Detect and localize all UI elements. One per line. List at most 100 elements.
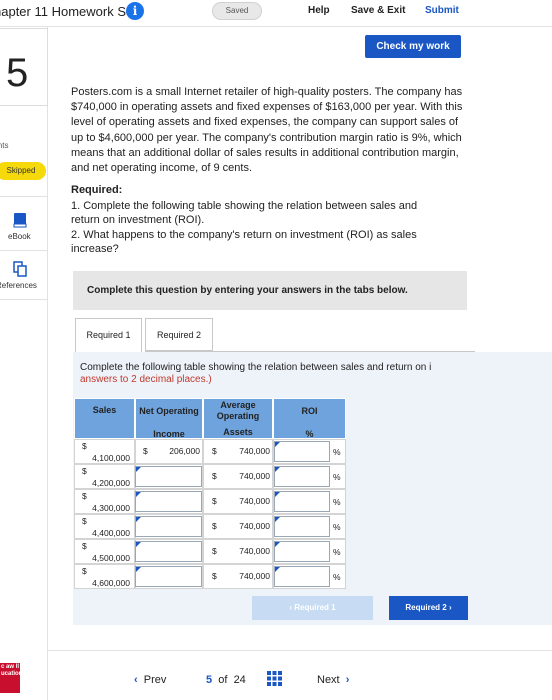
- ebook-label: eBook: [8, 232, 31, 241]
- noi-value: 206,000: [169, 446, 200, 456]
- footer-divider: [48, 650, 552, 651]
- next-tab-button[interactable]: Required 2 ›: [389, 596, 468, 620]
- sales-value: 4,300,000: [92, 503, 130, 513]
- noi-input[interactable]: [135, 516, 202, 537]
- noi-input[interactable]: [135, 566, 202, 587]
- percent-sign: %: [333, 447, 341, 457]
- current-page: 5: [206, 674, 213, 686]
- noi-input[interactable]: [135, 491, 202, 512]
- currency-sign: $: [212, 571, 217, 581]
- currency-sign: $: [212, 521, 217, 531]
- sales-column-header: Sales: [74, 398, 135, 439]
- required-item-2-cont: increase?: [71, 243, 119, 255]
- header-divider: [0, 26, 552, 27]
- assets-value: 740,000: [239, 496, 270, 506]
- info-icon[interactable]: i: [126, 2, 144, 20]
- currency-sign: $: [82, 541, 87, 551]
- currency-sign: $: [82, 466, 87, 476]
- table-instruction: Complete the following table showing the…: [80, 362, 432, 373]
- top-bar: hapter 11 Homework Set i Saved Help Save…: [0, 0, 552, 24]
- prev-tab-label: Required 1: [294, 603, 336, 612]
- prev-label: Prev: [143, 674, 167, 686]
- currency-sign: $: [82, 566, 87, 576]
- submit-button[interactable]: Submit: [425, 5, 459, 16]
- required-item-1: 1. Complete the following table showing …: [71, 200, 418, 212]
- tab-required-1[interactable]: Required 1: [75, 318, 142, 353]
- roi-input[interactable]: [274, 441, 330, 462]
- noi-input[interactable]: [135, 541, 202, 562]
- ebook-icon: [13, 213, 27, 228]
- help-button[interactable]: Help: [308, 5, 330, 16]
- references-icon: [13, 261, 27, 277]
- assets-value: 740,000: [239, 521, 270, 531]
- noi-input[interactable]: [135, 466, 202, 487]
- currency-sign: $: [212, 496, 217, 506]
- sales-value: 4,600,000: [92, 578, 130, 588]
- assets-value: 740,000: [239, 571, 270, 581]
- roi-input[interactable]: [274, 516, 330, 537]
- save-exit-button[interactable]: Save & Exit: [351, 5, 405, 16]
- sales-value: 4,500,000: [92, 553, 130, 563]
- problem-statement: Posters.com is a small Internet retailer…: [71, 86, 463, 175]
- currency-sign: $: [82, 441, 87, 451]
- sales-header-label: Sales: [92, 405, 117, 415]
- rail-divider: [0, 196, 48, 197]
- noi-header-line1: Net Operating: [139, 406, 199, 416]
- assignment-title: hapter 11 Homework Set: [0, 4, 137, 19]
- roi-header-line1: ROI: [301, 406, 318, 416]
- chevron-right-icon: ›: [345, 674, 350, 686]
- decimal-instruction: answers to 2 decimal places.): [80, 374, 212, 385]
- assets-value: 740,000: [239, 471, 270, 481]
- currency-sign: $: [212, 446, 217, 456]
- percent-sign: %: [333, 497, 341, 507]
- roi-input[interactable]: [274, 566, 330, 587]
- currency-sign: $: [143, 446, 148, 456]
- instructions-banner: Complete this question by entering your …: [73, 271, 467, 310]
- next-label: Next: [317, 674, 340, 686]
- page-indicator: 5 of 24: [206, 674, 246, 686]
- question-number: 5: [0, 28, 48, 106]
- publisher-logo: c aw ll ucation: [0, 663, 20, 693]
- percent-sign: %: [333, 522, 341, 532]
- currency-sign: $: [212, 546, 217, 556]
- sales-value: 4,200,000: [92, 478, 130, 488]
- left-rail: [0, 27, 48, 700]
- percent-sign: %: [333, 572, 341, 582]
- chevron-right-icon: ›: [446, 603, 452, 612]
- assets-header-line2: Operating: [216, 411, 260, 421]
- rail-divider: [0, 299, 48, 300]
- roi-input[interactable]: [274, 466, 330, 487]
- prev-tab-button[interactable]: ‹ Required 1: [252, 596, 373, 620]
- sales-value: 4,100,000: [92, 453, 130, 463]
- tab-required-2[interactable]: Required 2: [145, 318, 213, 351]
- required-item-2: 2. What happens to the company's return …: [71, 229, 417, 241]
- rail-divider: [0, 250, 48, 251]
- percent-sign: %: [333, 472, 341, 482]
- next-tab-label: Required 2: [405, 603, 447, 612]
- assets-header-line1: Average: [220, 400, 256, 410]
- chevron-left-icon: ‹: [134, 674, 138, 686]
- required-heading: Required:: [71, 184, 123, 196]
- assets-value: 740,000: [239, 546, 270, 556]
- roi-input[interactable]: [274, 541, 330, 562]
- noi-column-header: Net Operating Income: [135, 398, 203, 439]
- grid-icon[interactable]: [267, 671, 282, 686]
- next-question-button[interactable]: Next ›: [317, 674, 349, 686]
- currency-sign: $: [82, 491, 87, 501]
- total-pages: 24: [233, 674, 246, 686]
- roi-column-header: ROI %: [273, 398, 346, 439]
- roi-input[interactable]: [274, 491, 330, 512]
- check-my-work-button[interactable]: Check my work: [365, 35, 461, 58]
- percent-sign: %: [333, 547, 341, 557]
- points-label: ints: [0, 141, 9, 150]
- sales-value: 4,400,000: [92, 528, 130, 538]
- skipped-status-badge: Skipped: [0, 162, 46, 180]
- references-label: References: [0, 281, 37, 290]
- currency-sign: $: [82, 516, 87, 526]
- assets-value: 740,000: [239, 446, 270, 456]
- page-of: of: [218, 674, 228, 686]
- required-item-1-cont: return on investment (ROI).: [71, 214, 205, 226]
- prev-question-button[interactable]: ‹ Prev: [134, 674, 166, 686]
- assets-header-line3: Assets: [223, 427, 253, 437]
- saved-status-badge: Saved: [212, 2, 262, 20]
